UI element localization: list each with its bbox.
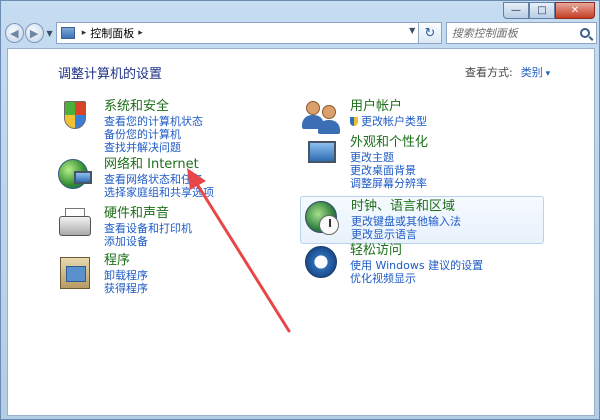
page-title: 调整计算机的设置 xyxy=(58,67,163,82)
address-dropdown-icon[interactable]: ▼ xyxy=(409,26,415,35)
breadcrumb-chevron-icon[interactable]: ▸ xyxy=(138,28,143,38)
control-panel-window: — □ ✕ ◀ ▶ ▼ ▸ 控制面板 ▸ ▼ ↻ 搜索控制面板 调整计算机的设置… xyxy=(0,0,600,420)
category-link[interactable]: 更改显示语言 xyxy=(351,228,461,241)
category-link[interactable]: 卸载程序 xyxy=(104,269,148,282)
monitor-icon[interactable] xyxy=(302,135,342,175)
category-link[interactable]: 更改键盘或其他输入法 xyxy=(351,215,461,228)
category-title[interactable]: 网络和 Internet xyxy=(104,157,214,173)
view-by-dropdown[interactable]: 类别 xyxy=(521,64,550,80)
category-link[interactable]: 优化视频显示 xyxy=(350,272,483,285)
maximize-button[interactable]: □ xyxy=(529,2,555,19)
network-globe-icon[interactable] xyxy=(56,157,96,197)
category-title[interactable]: 时钟、语言和区域 xyxy=(351,199,461,215)
category-appearance: 外观和个性化 更改主题 更改桌面背景 调整屏幕分辨率 xyxy=(302,135,428,190)
clock-globe-icon[interactable] xyxy=(303,199,343,239)
search-input[interactable]: 搜索控制面板 xyxy=(445,22,598,44)
category-link[interactable]: 选择家庭组和共享选项 xyxy=(104,186,214,199)
address-bar[interactable]: ▸ 控制面板 ▸ ▼ xyxy=(55,22,420,44)
search-icon[interactable] xyxy=(580,28,591,38)
category-link[interactable]: 调整屏幕分辨率 xyxy=(350,177,428,190)
category-link[interactable]: 查看网络状态和任务 xyxy=(104,173,214,186)
category-link[interactable]: 添加设备 xyxy=(104,235,192,248)
category-programs: 程序 卸载程序 获得程序 xyxy=(56,253,148,295)
minimize-button[interactable]: — xyxy=(503,2,529,19)
category-link[interactable]: 查找并解决问题 xyxy=(104,141,203,154)
navigation-bar: ◀ ▶ ▼ ▸ 控制面板 ▸ ▼ ↻ 搜索控制面板 xyxy=(5,22,598,44)
category-clock-language-region: 时钟、语言和区域 更改键盘或其他输入法 更改显示语言 xyxy=(300,196,544,244)
back-arrow-icon[interactable]: ◀ xyxy=(5,23,24,43)
category-link[interactable]: 更改帐户类型 xyxy=(350,115,427,128)
category-link[interactable]: 更改桌面背景 xyxy=(350,164,428,177)
category-link[interactable]: 查看您的计算机状态 xyxy=(104,115,203,128)
category-link[interactable]: 查看设备和打印机 xyxy=(104,222,192,235)
printer-icon[interactable] xyxy=(56,206,96,246)
category-hardware-sound: 硬件和声音 查看设备和打印机 添加设备 xyxy=(56,206,192,248)
category-ease-of-access: 轻松访问 使用 Windows 建议的设置 优化视频显示 xyxy=(302,243,483,285)
breadcrumb-control-panel[interactable]: 控制面板 xyxy=(90,25,134,41)
control-panel-icon xyxy=(60,27,75,39)
view-by-label: 查看方式: xyxy=(465,66,513,79)
category-system-security: 系统和安全 查看您的计算机状态 备份您的计算机 查找并解决问题 xyxy=(56,99,203,154)
category-network-internet: 网络和 Internet 查看网络状态和任务 选择家庭组和共享选项 xyxy=(56,157,214,199)
category-title[interactable]: 硬件和声音 xyxy=(104,206,192,222)
category-title[interactable]: 程序 xyxy=(104,253,148,269)
breadcrumb-chevron-icon[interactable]: ▸ xyxy=(82,28,87,38)
refresh-icon[interactable]: ↻ xyxy=(419,22,442,44)
category-link[interactable]: 获得程序 xyxy=(104,282,148,295)
search-placeholder: 搜索控制面板 xyxy=(451,27,518,40)
category-title[interactable]: 用户帐户 xyxy=(350,99,427,115)
users-icon[interactable] xyxy=(302,99,342,139)
category-link[interactable]: 使用 Windows 建议的设置 xyxy=(350,259,483,272)
forward-arrow-icon[interactable]: ▶ xyxy=(24,23,44,43)
category-link[interactable]: 更改主题 xyxy=(350,151,428,164)
recent-pages-dropdown-icon[interactable]: ▼ xyxy=(47,29,53,38)
content-area: 调整计算机的设置 查看方式: 类别 系统和安全 查看您的计算机状态 备份您的计算… xyxy=(7,48,595,416)
category-title[interactable]: 外观和个性化 xyxy=(350,135,428,151)
category-title[interactable]: 系统和安全 xyxy=(104,99,203,115)
close-button[interactable]: ✕ xyxy=(555,2,595,19)
window-controls: — □ ✕ xyxy=(503,2,595,19)
security-shield-icon[interactable] xyxy=(56,99,96,139)
accessibility-icon[interactable] xyxy=(302,243,342,283)
view-by: 查看方式: 类别 xyxy=(465,64,550,80)
category-title[interactable]: 轻松访问 xyxy=(350,243,483,259)
programs-box-icon[interactable] xyxy=(56,253,96,293)
category-user-accounts: 用户帐户 更改帐户类型 xyxy=(302,99,427,139)
category-link[interactable]: 备份您的计算机 xyxy=(104,128,203,141)
